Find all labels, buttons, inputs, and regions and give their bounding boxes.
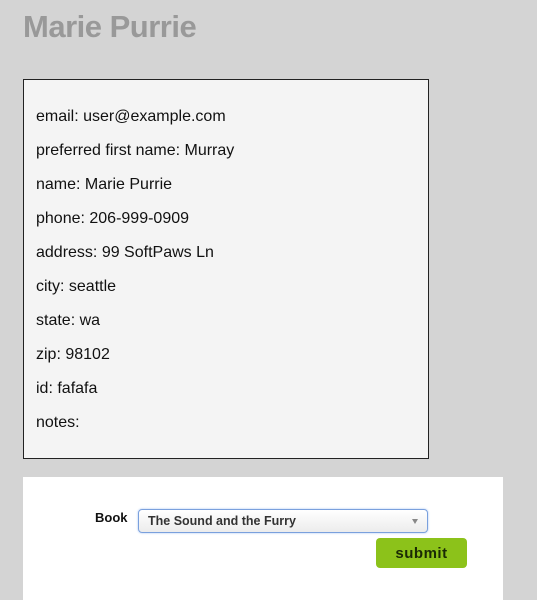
page-title: Marie Purrie [23, 9, 197, 44]
profile-name: name: Marie Purrie [36, 176, 173, 193]
profile-city: city: seattle [36, 278, 117, 295]
profile-phone: phone: 206-999-0909 [36, 210, 190, 227]
book-label: Book [95, 510, 128, 525]
profile-zip: zip: 98102 [36, 346, 110, 363]
profile-notes: notes: [36, 414, 80, 431]
book-select-value: The Sound and the Furry [148, 514, 296, 528]
book-select[interactable]: The Sound and the Furry [138, 509, 428, 533]
profile-preferred-first-name: preferred first name: Murray [36, 142, 235, 159]
profile-address: address: 99 SoftPaws Ln [36, 244, 214, 261]
chevron-down-icon [412, 519, 418, 524]
submit-button[interactable]: submit [376, 538, 467, 568]
profile-state: state: wa [36, 312, 101, 329]
book-form: Book The Sound and the Furry submit [23, 477, 503, 600]
profile-email: email: user@example.com [36, 108, 226, 125]
profile-details-card: email: user@example.com preferred first … [23, 79, 429, 459]
profile-id: id: fafafa [36, 380, 98, 397]
